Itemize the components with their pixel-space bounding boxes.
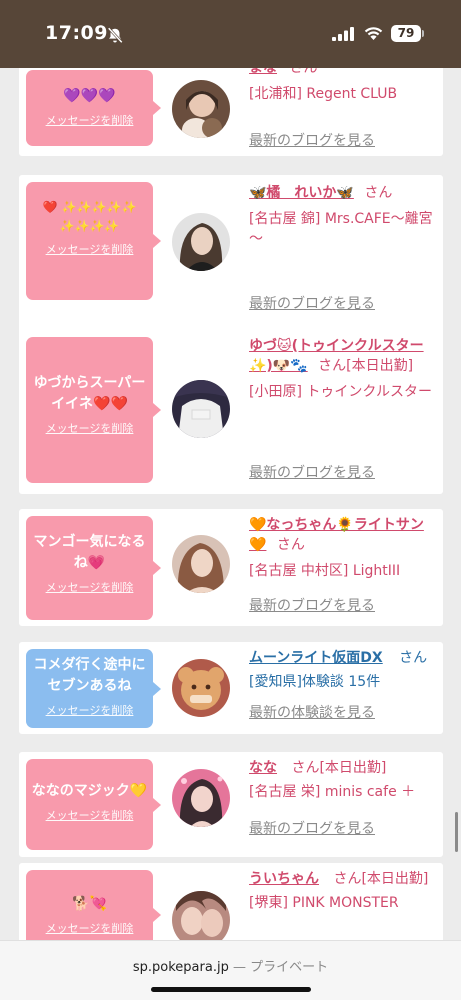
message-bubble: ゆづからスーパーイイネ❤️❤️ メッセージを削除 xyxy=(26,337,161,483)
domain-text: sp.pokepara.jp xyxy=(132,960,229,975)
address-text[interactable]: sp.pokepara.jp — プライベート xyxy=(0,956,461,975)
honorific: さん xyxy=(399,650,428,666)
message-card: マンゴー気になるね💗 メッセージを削除 🧡なっちゃん🌻ライトサン🧡 さん [名古… xyxy=(19,509,443,626)
scroll-indicator[interactable] xyxy=(455,812,458,852)
delete-message-link[interactable]: メッセージを削除 xyxy=(26,807,153,823)
shop-info: [名古屋 錦] Mrs.CAFE～離宮～ xyxy=(249,211,433,247)
latest-blog-link[interactable]: 最新のブログを見る xyxy=(249,293,375,313)
address-separator: — xyxy=(232,960,246,975)
user-name-link[interactable]: まな xyxy=(249,68,277,76)
user-name-link[interactable]: ムーンライト仮面DX xyxy=(249,650,383,666)
message-text: ななのマジック💛 xyxy=(31,783,148,799)
message-bubble: ❤️ ✨✨✨✨✨ ✨✨✨✨ メッセージを削除 xyxy=(26,182,161,300)
delete-message-link[interactable]: メッセージを削除 xyxy=(26,702,153,718)
message-card: 🐕💘 メッセージを削除 ういちゃん さん[本日出勤] [堺東] PINK MON… xyxy=(19,863,443,940)
message-text: 💜💜💜 xyxy=(63,88,116,104)
home-indicator[interactable] xyxy=(151,987,311,992)
message-text: マンゴー気になるね💗 xyxy=(33,534,146,571)
avatar[interactable] xyxy=(172,535,230,593)
honorific: さん xyxy=(364,185,393,201)
avatar[interactable] xyxy=(172,213,230,271)
message-bubble: 💜💜💜 メッセージを削除 xyxy=(26,70,161,146)
avatar[interactable] xyxy=(172,659,230,717)
latest-blog-link[interactable]: 最新のブログを見る xyxy=(249,595,375,615)
avatar[interactable] xyxy=(172,80,230,138)
user-name-link[interactable]: 🦋橘 れいか🦋 xyxy=(249,185,354,201)
message-text: コメダ行く途中にセブンあるね xyxy=(33,657,146,694)
user-name-link[interactable]: なな xyxy=(249,760,277,776)
bell-muted-icon xyxy=(107,27,123,44)
delete-message-link[interactable]: メッセージを削除 xyxy=(26,241,153,257)
message-bubble: マンゴー気になるね💗 メッセージを削除 xyxy=(26,516,161,620)
avatar[interactable] xyxy=(172,891,230,940)
battery-indicator: 79 xyxy=(391,25,421,42)
honorific: さん xyxy=(289,68,318,76)
message-card: ゆづからスーパーイイネ❤️❤️ メッセージを削除 ゆづ🐱(トゥインクルスター✨)… xyxy=(19,330,443,494)
user-name-link[interactable]: ういちゃん xyxy=(249,871,319,887)
shop-info: [名古屋 栄] minis cafe ＋ xyxy=(249,784,416,800)
honorific: さん[本日出勤] xyxy=(291,760,387,776)
message-feed[interactable]: 💜💜💜 メッセージを削除 まな さん [北浦和] Regent CLUB 最新の… xyxy=(0,68,461,940)
message-text: 🐕💘 xyxy=(72,896,107,912)
signal-icon xyxy=(332,27,354,41)
private-mode-label: プライベート xyxy=(250,960,329,975)
message-bubble: ななのマジック💛 メッセージを削除 xyxy=(26,759,161,850)
message-card: 💜💜💜 メッセージを削除 まな さん [北浦和] Regent CLUB 最新の… xyxy=(19,68,443,156)
wifi-icon xyxy=(364,27,383,40)
shop-info: [堺東] PINK MONSTER xyxy=(249,895,399,911)
honorific: さん xyxy=(276,537,305,553)
delete-message-link[interactable]: メッセージを削除 xyxy=(26,420,153,436)
shop-info: [小田原] トゥインクルスター xyxy=(249,384,432,400)
message-card: コメダ行く途中にセブンあるね メッセージを削除 ムーンライト仮面DX さん [愛… xyxy=(19,642,443,734)
honorific: さん[本日出勤] xyxy=(333,871,429,887)
message-bubble: コメダ行く途中にセブンあるね メッセージを削除 xyxy=(26,649,161,728)
message-text: ゆづからスーパーイイネ❤️❤️ xyxy=(33,375,146,412)
message-card: ななのマジック💛 メッセージを削除 なな さん[本日出勤] [名古屋 栄] mi… xyxy=(19,752,443,857)
delete-message-link[interactable]: メッセージを削除 xyxy=(26,920,153,936)
honorific: さん[本日出勤] xyxy=(318,358,414,374)
latest-experience-link[interactable]: 最新の体験談を見る xyxy=(249,702,375,722)
latest-blog-link[interactable]: 最新のブログを見る xyxy=(249,130,375,150)
user-name-link[interactable]: 🧡なっちゃん🌻ライトサン🧡 xyxy=(249,517,424,553)
status-bar: 17:09 79 xyxy=(0,0,461,68)
latest-blog-link[interactable]: 最新のブログを見る xyxy=(249,462,375,482)
message-text: ❤️ ✨✨✨✨✨ ✨✨✨✨ xyxy=(42,200,137,233)
shop-info: [北浦和] Regent CLUB xyxy=(249,86,398,102)
delete-message-link[interactable]: メッセージを削除 xyxy=(26,579,153,595)
shop-info: [名古屋 中村区] LightIII xyxy=(249,563,401,579)
message-bubble: 🐕💘 メッセージを削除 xyxy=(26,870,161,940)
shop-info: [愛知県]体験談 15件 xyxy=(249,674,381,690)
status-time: 17:09 xyxy=(45,22,108,44)
avatar[interactable] xyxy=(172,380,230,438)
avatar[interactable] xyxy=(172,769,230,827)
delete-message-link[interactable]: メッセージを削除 xyxy=(26,112,153,128)
battery-tip xyxy=(422,30,424,37)
latest-blog-link[interactable]: 最新のブログを見る xyxy=(249,818,375,838)
